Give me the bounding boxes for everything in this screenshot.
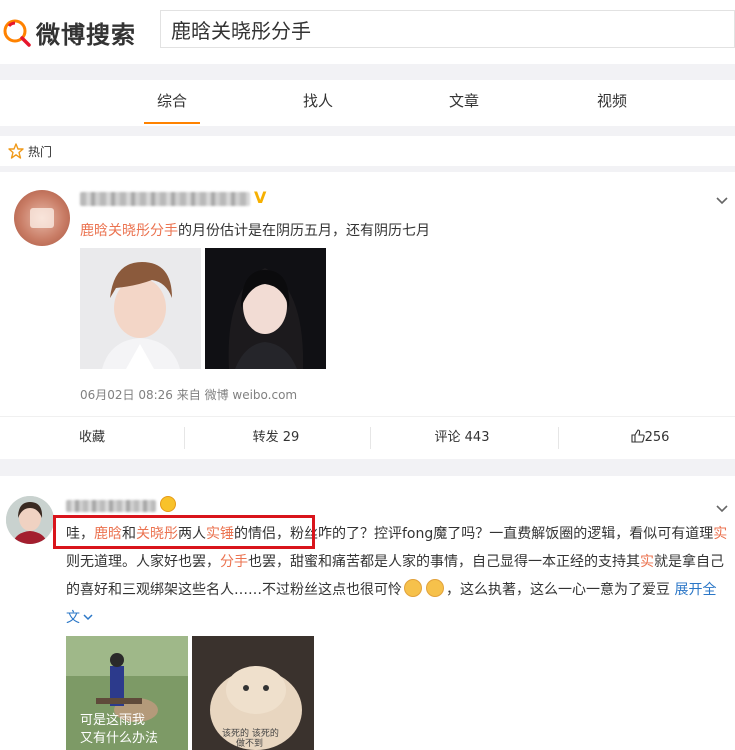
post-image-1[interactable] [80, 248, 201, 369]
post-text-segment: 则无道理。人家好也罢， [66, 554, 220, 570]
tab-users[interactable]: 找人 [288, 80, 348, 126]
weibo-search-logo-icon [3, 19, 31, 47]
hot-label: 热门 [28, 144, 53, 159]
member-emoji-icon [160, 496, 176, 512]
username-blurred[interactable] [66, 500, 156, 512]
thumbs-up-icon [631, 429, 645, 443]
post-text-rest: 的月份估计是在阴历五月，还有阴历七月 [178, 223, 430, 239]
weibo-search-logo[interactable]: 微博搜索 [0, 12, 136, 52]
post-meta: 06月02日 08:26 来自 微博 weibo.com [80, 388, 298, 402]
top-header: 微博搜索 [0, 0, 735, 64]
search-keyword-highlight[interactable]: 分手 [220, 554, 248, 570]
search-keyword-highlight[interactable]: 鹿晗关晓彤分手 [80, 223, 178, 239]
post-text: 鹿晗关晓彤分手的月份估计是在阴历五月，还有阴历七月 [80, 220, 430, 240]
like-button[interactable]: 256 [558, 417, 735, 459]
post-card-2: 哇，鹿晗和关晓彤两人实锤的情侣，粉丝咋的了？控评fong魔了吗？一直费解饭圈的逻… [0, 476, 735, 750]
search-keyword-highlight[interactable]: 鹿晗 [94, 526, 122, 542]
post-image-1[interactable]: 可是这雨我 又有什么办法 [66, 636, 188, 750]
tab-videos[interactable]: 视频 [582, 80, 642, 126]
post-text-segment: 和 [122, 526, 136, 542]
post-text-segment: 的情侣，粉丝咋的了？控评fong魔了吗？一直费解饭圈的逻辑，看似可有道理 [234, 526, 714, 542]
comment-button[interactable]: 评论 443 [370, 417, 554, 459]
image-caption-line2: 又有什么办法 [80, 731, 158, 746]
tab-comprehensive[interactable]: 综合 [142, 80, 202, 126]
post-image-2[interactable]: 该死的 该死的 做不到 [192, 636, 314, 750]
search-keyword-highlight[interactable]: 实 [713, 526, 727, 542]
verified-badge: V [254, 188, 267, 207]
image-caption-line1: 可是这雨我 [80, 712, 145, 728]
favorite-button[interactable]: 收藏 [0, 417, 184, 459]
post-card-1: V 鹿晗关晓彤分手的月份估计是在阴历五月，还有阴历七月 06月02日 08:26… [0, 172, 735, 459]
emoji-icon [426, 579, 444, 597]
post-text-segment: 两人 [178, 526, 206, 542]
avatar[interactable] [6, 496, 54, 544]
search-keyword-highlight[interactable]: 实 [640, 554, 654, 570]
chevron-down-icon [83, 614, 93, 621]
username-blurred[interactable] [80, 192, 250, 206]
hot-section-header: 热门 [0, 136, 735, 166]
search-keyword-highlight[interactable]: 实锤 [206, 526, 234, 542]
search-keyword-highlight[interactable]: 关晓彤 [136, 526, 178, 542]
post-image-2[interactable] [205, 248, 326, 369]
like-count: 256 [644, 430, 670, 445]
search-input[interactable] [161, 11, 734, 47]
post-text-segment: 也罢，甜蜜和痛苦都是人家的事情，自己显得一本正经的支持其 [248, 554, 640, 570]
star-icon [8, 143, 24, 159]
tab-articles[interactable]: 文章 [434, 80, 494, 126]
logo-text: 微博搜索 [36, 20, 136, 49]
post-actions: 收藏 转发 29 评论 443 256 [0, 416, 735, 459]
chevron-down-icon[interactable] [715, 502, 729, 516]
search-tabs: 综合 找人 文章 视频 [0, 80, 735, 126]
post-text-segment: 哇， [66, 526, 94, 542]
search-box[interactable] [160, 10, 735, 48]
chevron-down-icon[interactable] [715, 194, 729, 208]
post-text: 哇，鹿晗和关晓彤两人实锤的情侣，粉丝咋的了？控评fong魔了吗？一直费解饭圈的逻… [66, 520, 728, 632]
image-caption-line2: 做不到 [236, 737, 263, 749]
avatar[interactable] [14, 190, 70, 246]
post-text-segment: ，这么执著，这么一心一意为了爱豆 [446, 582, 675, 598]
image-caption-line1: 该死的 该死的 [222, 727, 279, 739]
repost-button[interactable]: 转发 29 [184, 417, 368, 459]
emoji-icon [404, 579, 422, 597]
